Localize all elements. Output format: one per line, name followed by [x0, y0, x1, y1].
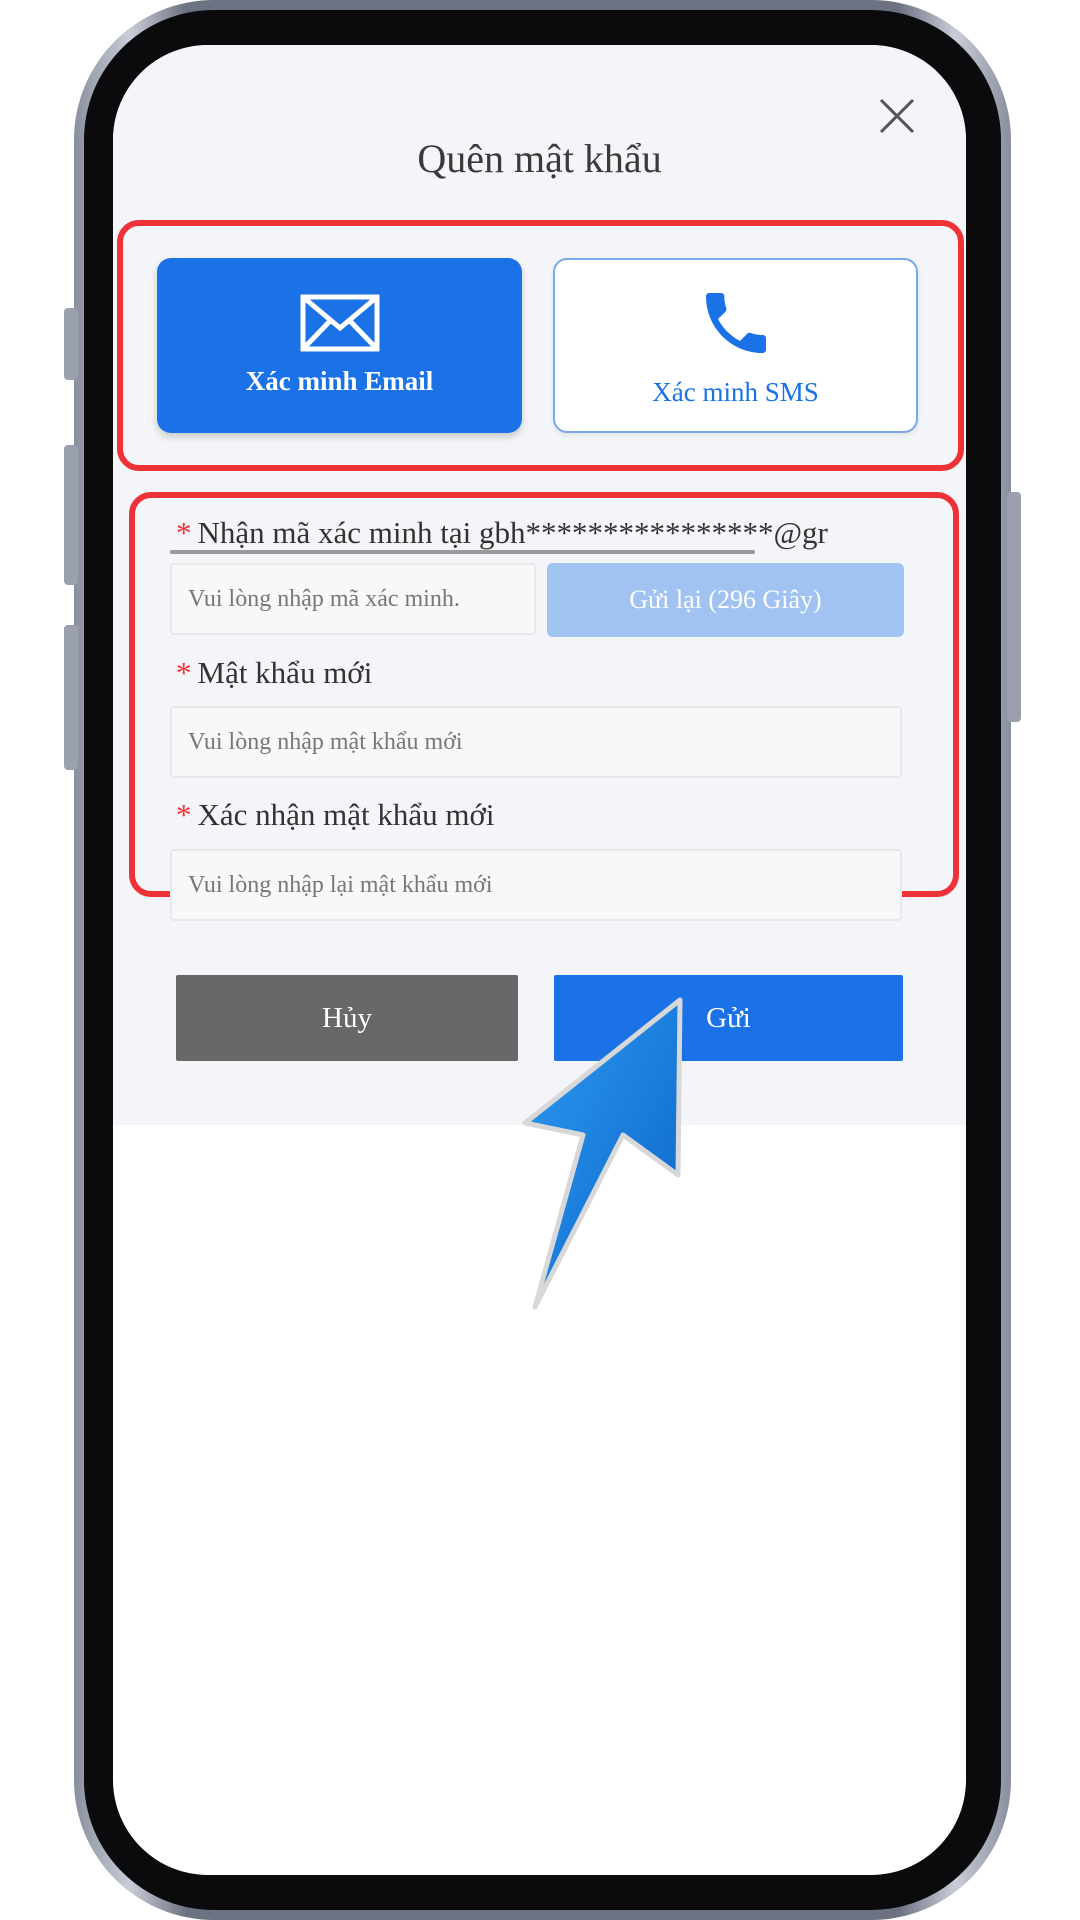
phone-volume-up: [64, 445, 78, 585]
email-verification-button[interactable]: Xác minh Email: [157, 258, 522, 433]
required-mark: *: [176, 655, 192, 690]
sms-verification-button[interactable]: Xác minh SMS: [553, 258, 918, 433]
code-field[interactable]: [170, 563, 536, 635]
forgot-password-dialog: Quên mật khẩu Xác minh Email Xác minh SM…: [113, 45, 966, 1125]
close-icon: [879, 98, 915, 134]
mail-icon: [300, 294, 379, 352]
dialog-title: Quên mật khẩu: [417, 136, 662, 181]
phone-volume-down: [64, 625, 78, 770]
confirm-password-label: * Xác nhận mật khẩu mới: [176, 797, 495, 833]
new-password-field[interactable]: [170, 706, 902, 778]
phone-icon: [705, 293, 766, 353]
confirm-password-label-text: Xác nhận mật khẩu mới: [197, 797, 495, 832]
confirm-password-field[interactable]: [170, 849, 902, 921]
phone-silent-switch: [64, 308, 78, 380]
required-mark: *: [176, 797, 192, 832]
label-underline: [170, 550, 755, 554]
code-label-text: Nhận mã xác minh tại gbh****************…: [197, 515, 828, 550]
code-field-label: * Nhận mã xác minh tại gbh***************…: [176, 515, 828, 551]
email-verification-label: Xác minh Email: [245, 366, 434, 396]
cancel-button[interactable]: Hủy: [176, 975, 518, 1061]
new-password-label-text: Mật khẩu mới: [197, 655, 373, 690]
submit-button[interactable]: Gửi: [554, 975, 903, 1061]
code-input[interactable]: [188, 585, 534, 613]
resend-code-button[interactable]: Gửi lại (296 Giây): [547, 563, 904, 637]
phone-screen: Quên mật khẩu Xác minh Email Xác minh SM…: [113, 45, 966, 1875]
confirm-password-input[interactable]: [188, 871, 900, 899]
new-password-input[interactable]: [188, 728, 900, 756]
sms-verification-label: Xác minh SMS: [652, 377, 819, 407]
phone-power-button: [1007, 492, 1021, 722]
required-mark: *: [176, 515, 192, 550]
new-password-label: * Mật khẩu mới: [176, 655, 372, 691]
